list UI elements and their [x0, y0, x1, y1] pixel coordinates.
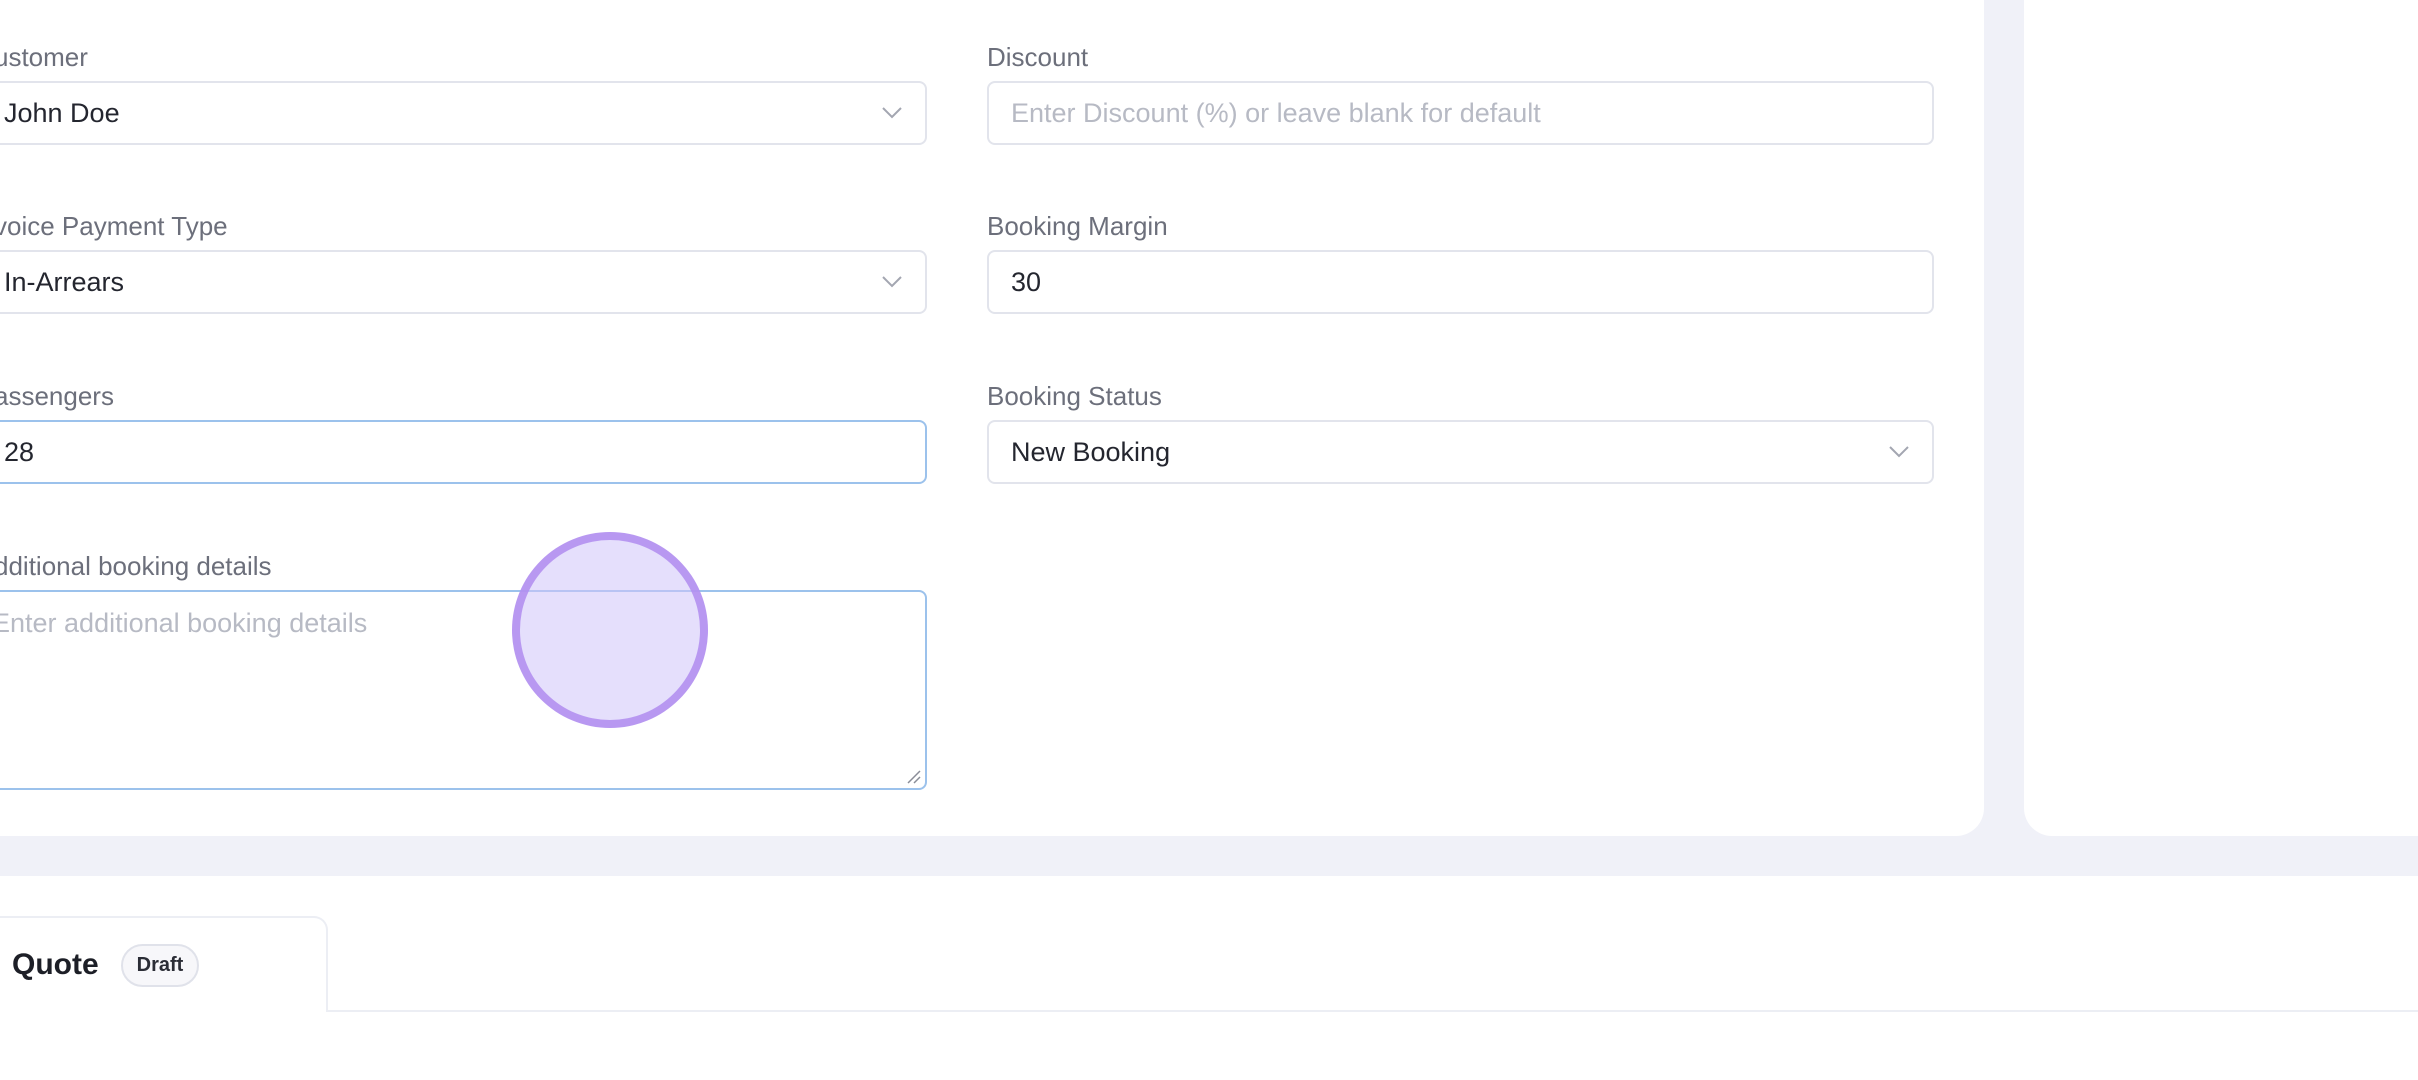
- passengers-label: assengers: [0, 381, 114, 411]
- tab-divider: [326, 1010, 2418, 1012]
- invoice-payment-type-select[interactable]: In-Arrears: [0, 250, 927, 314]
- additional-details-label: dditional booking details: [0, 551, 272, 581]
- side-panel: [2024, 0, 2418, 836]
- chevron-down-icon: [882, 107, 902, 119]
- booking-status-select[interactable]: New Booking: [987, 420, 1934, 484]
- chevron-down-icon: [1889, 446, 1909, 458]
- booking-status-value: New Booking: [1011, 436, 1171, 467]
- passengers-input[interactable]: 28: [0, 420, 927, 484]
- chevron-down-icon: [882, 276, 902, 288]
- booking-status-label: Booking Status: [987, 381, 1162, 411]
- additional-details-placeholder: Enter additional booking details: [0, 608, 368, 638]
- customer-value: John Doe: [4, 97, 120, 128]
- status-badge: Draft: [120, 943, 200, 987]
- discount-placeholder: Enter Discount (%) or leave blank for de…: [1011, 97, 1541, 128]
- invoice-payment-type-value: In-Arrears: [4, 266, 125, 297]
- click-indicator: [512, 532, 708, 728]
- booking-margin-label: Booking Margin: [987, 211, 1168, 241]
- customer-select[interactable]: John Doe: [0, 81, 927, 145]
- discount-input[interactable]: Enter Discount (%) or leave blank for de…: [987, 81, 1934, 145]
- customer-label: ustomer: [0, 42, 88, 72]
- invoice-payment-type-label: voice Payment Type: [0, 211, 228, 241]
- tab-quote[interactable]: Quote Draft: [0, 916, 328, 1012]
- passengers-value: 28: [4, 436, 35, 467]
- quote-section: [0, 876, 2418, 1080]
- resize-grip-icon[interactable]: [903, 766, 921, 784]
- additional-details-textarea[interactable]: Enter additional booking details: [0, 590, 927, 790]
- booking-margin-value: 30: [1011, 266, 1042, 297]
- discount-label: Discount: [987, 42, 1089, 72]
- tab-quote-label: Quote: [12, 948, 99, 981]
- booking-margin-input[interactable]: 30: [987, 250, 1934, 314]
